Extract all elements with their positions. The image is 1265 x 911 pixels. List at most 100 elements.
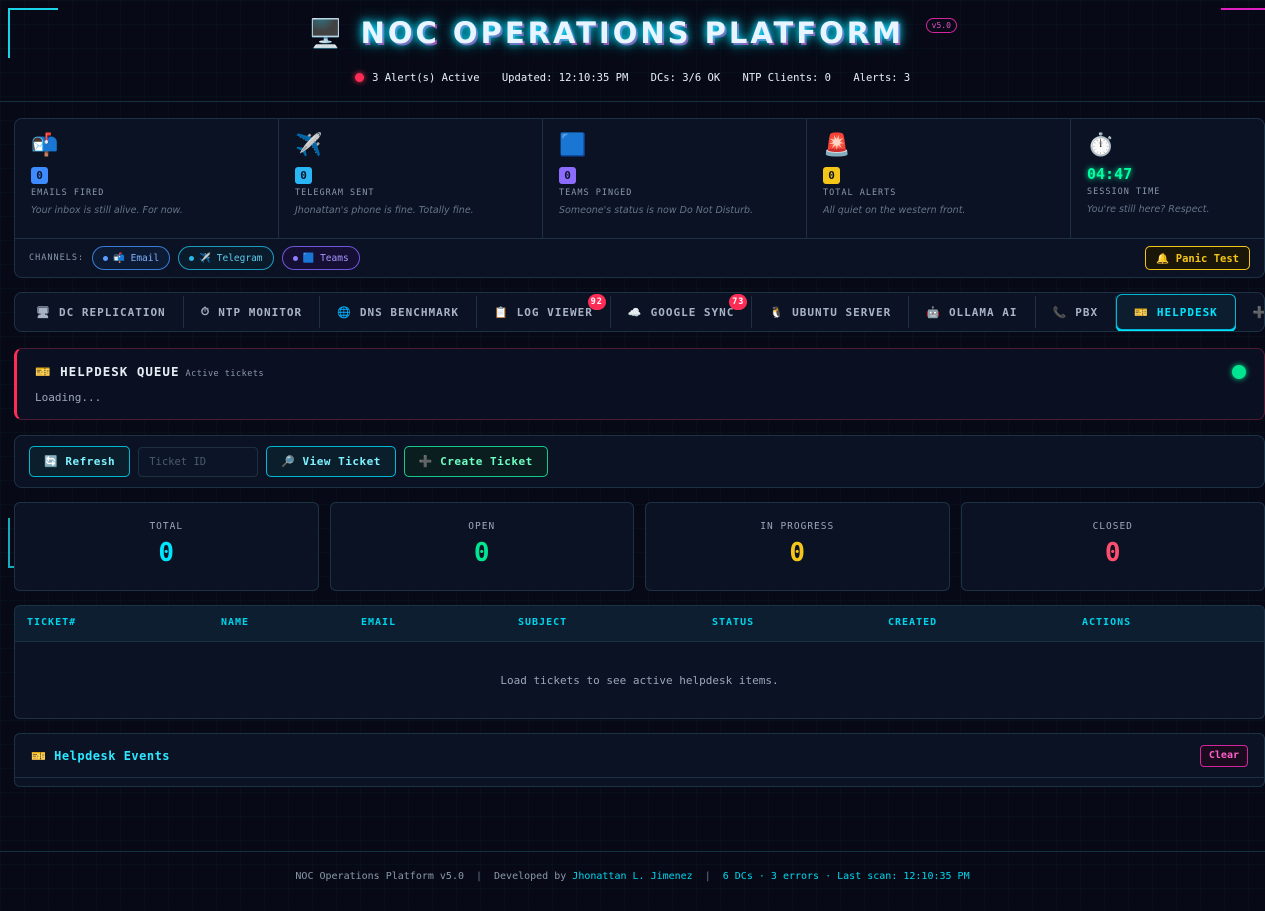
title-row: 🖥️ NOC OPERATIONS PLATFORM v5.0 <box>0 16 1265 50</box>
tab-icon: 🐧 <box>769 305 785 319</box>
footer-scan-status: 6 DCs · 3 errors · Last scan: 12:10:35 P… <box>722 871 970 882</box>
view-ticket-button[interactable]: 🔎 View Ticket <box>266 446 396 477</box>
tab-label: UBUNTU SERVER <box>792 305 892 319</box>
alert-dot-icon <box>354 73 364 82</box>
tab-count-badge: 73 <box>729 294 748 310</box>
footer-separator: | <box>475 871 483 882</box>
clear-events-button[interactable]: Clear <box>1199 744 1248 767</box>
chip-label: 📬 Email <box>113 252 160 264</box>
table-header: TICKET# NAME EMAIL SUBJECT STATUS CREATED ACTI… <box>15 606 1264 642</box>
alerts-active-status: 3 Alert(s) Active <box>354 72 480 84</box>
panic-test-button[interactable]: 🔔 Panic Test <box>1145 246 1250 270</box>
events-header: 🎫 Helpdesk Events Clear <box>15 734 1264 778</box>
status-dot-icon <box>103 255 109 261</box>
create-ticket-button[interactable]: ➕ Create Ticket <box>403 446 548 477</box>
counter-value: 0 <box>1104 538 1121 568</box>
tab-label: DNS BENCHMARK <box>359 305 459 319</box>
tab-label: HELPDESK <box>1156 305 1218 319</box>
stat-label: TOTAL ALERTS <box>823 188 897 198</box>
tab-label: GOOGLE SYNC <box>650 305 735 319</box>
tab-label: PBX <box>1075 305 1099 319</box>
tab-pbx[interactable]: 📞 PBX <box>1036 296 1117 328</box>
total-alerts-card: 🚨 0 TOTAL ALERTS All quiet on the western f… <box>807 119 1071 238</box>
tab-ubuntu-server[interactable]: 🐧 UBUNTU SERVER <box>752 296 910 328</box>
tab-helpdesk[interactable]: 🎫 HELPDESK <box>1116 294 1236 330</box>
column-header[interactable]: NAME <box>221 617 249 628</box>
counter-closed: CLOSED 0 <box>960 502 1265 591</box>
tab-label: DC REPLICATION <box>58 305 166 319</box>
counter-in-progress: IN PROGRESS 0 <box>645 502 950 591</box>
channel-teams-chip[interactable]: 🟦 Teams <box>281 246 360 270</box>
stat-cards: 📬 0 EMAILS FIRED Your inbox is still alive.… <box>15 119 1264 239</box>
notification-stats-panel: 📬 0 EMAILS FIRED Your inbox is still alive.… <box>14 118 1265 278</box>
column-header[interactable]: STATUS <box>712 617 754 628</box>
tab-log-viewer[interactable]: 📋 LOG VIEWER 92 <box>477 294 611 328</box>
telegram-sent-card: ✈️ 0 TELEGRAM SENT Jhonattan's phone is fin… <box>279 119 543 238</box>
footer-separator: | <box>704 871 711 882</box>
stat-label: TEAMS PINGED <box>559 188 633 198</box>
stat-quip: Jhonattan's phone is fine. Totally fine. <box>295 205 474 216</box>
stat-value: 0 <box>823 167 840 184</box>
tab-icon: ⏱ <box>200 305 211 318</box>
updated-time: Updated: 12:10:35 PM <box>501 72 629 84</box>
column-header[interactable]: EMAIL <box>361 617 396 628</box>
channel-telegram-chip[interactable]: ✈️ Telegram <box>178 246 274 270</box>
tab-ollama-ai[interactable]: 🤖 OLLAMA AI <box>909 296 1036 328</box>
counter-value: 0 <box>473 538 490 568</box>
session-card: ⏱️ 04:47 SESSION TIME You're still here?… <box>1071 119 1264 238</box>
tab-icon: 🌐 <box>337 305 352 319</box>
loading-text: Loading... <box>35 391 102 404</box>
column-header[interactable]: ACTIONS <box>1082 617 1131 628</box>
tab-a[interactable]: ➕A <box>1236 296 1264 328</box>
channel-email-chip[interactable]: 📬 Email <box>92 246 171 270</box>
stopwatch-icon: ⏱️ <box>1087 133 1115 158</box>
dc-status: DCs: 3/6 OK <box>650 72 721 84</box>
stat-label: TELEGRAM SENT <box>295 188 375 198</box>
tab-icon: ☁️ <box>627 305 643 319</box>
tickets-table: TICKET# NAME EMAIL SUBJECT STATUS CREATED ACTI… <box>14 605 1265 719</box>
version-badge: v5.0 <box>925 18 957 33</box>
session-time-value: 04:47 <box>1087 165 1133 183</box>
stat-quip: Your inbox is still alive. For now. <box>31 205 183 216</box>
stat-value: 0 <box>31 167 48 184</box>
page-title: NOC OPERATIONS PLATFORM <box>360 16 904 50</box>
stat-value: 0 <box>559 167 576 184</box>
tab-google-sync[interactable]: ☁️ GOOGLE SYNC 73 <box>611 294 753 328</box>
stat-label: SESSION TIME <box>1087 187 1161 197</box>
refresh-button[interactable]: 🔄 Refresh <box>29 446 131 477</box>
tab-dc-replication[interactable]: 🖥 DC REPLICATION <box>19 296 184 328</box>
ticket-icon: 🎫 <box>35 364 52 379</box>
status-indicator-icon <box>1232 365 1246 379</box>
tab-dns-benchmark[interactable]: 🌐 DNS BENCHMARK <box>320 296 477 328</box>
channels-row: CHANNELS: 📬 Email ✈️ Telegram 🟦 Teams 🔔 … <box>15 239 1264 277</box>
column-header[interactable]: CREATED <box>888 617 937 628</box>
tab-icon: 🖥 <box>36 305 51 319</box>
footer-author-link[interactable]: Jhonattan L. Jimenez <box>572 871 692 882</box>
tab-icon: 📞 <box>1052 305 1068 319</box>
airplane-icon: ✈️ <box>295 133 323 158</box>
ticket-id-input[interactable] <box>138 446 259 477</box>
chip-label: ✈️ Telegram <box>199 252 263 264</box>
module-tabs: 🖥 DC REPLICATION ⏱ NTP MONITOR 🌐 DNS BENCHMAR… <box>14 292 1265 332</box>
tab-icon: 🎫 <box>1134 305 1149 319</box>
status-dot-icon <box>292 255 298 261</box>
stat-value: 0 <box>295 167 312 184</box>
tab-label: NTP MONITOR <box>218 305 303 319</box>
counter-value: 0 <box>158 538 175 568</box>
status-bar: 3 Alert(s) Active Updated: 12:10:35 PM D… <box>0 72 1265 84</box>
tab-ntp-monitor[interactable]: ⏱ NTP MONITOR <box>184 296 321 328</box>
queue-title: 🎫 HELPDESK QUEUE Active tickets <box>35 364 264 380</box>
queue-title-text: HELPDESK QUEUE <box>60 364 180 379</box>
column-header[interactable]: TICKET# <box>27 617 76 628</box>
column-header[interactable]: SUBJECT <box>518 617 567 628</box>
events-title: 🎫 Helpdesk Events <box>31 748 171 763</box>
emails-fired-card: 📬 0 EMAILS FIRED Your inbox is still alive.… <box>15 119 279 238</box>
footer-platform: NOC Operations Platform v5.0 <box>295 871 464 882</box>
counter-open: OPEN 0 <box>329 502 634 591</box>
footer-dev-prefix: Developed by <box>494 871 567 882</box>
teams-pinged-card: 🟦 0 TEAMS PINGED Someone's status is now Do… <box>543 119 807 238</box>
channels-label: CHANNELS: <box>29 253 85 263</box>
counter-label: OPEN <box>468 521 496 532</box>
chip-label: 🟦 Teams <box>302 252 349 264</box>
header: 🖥️ NOC OPERATIONS PLATFORM v5.0 3 Alert(… <box>0 0 1265 102</box>
